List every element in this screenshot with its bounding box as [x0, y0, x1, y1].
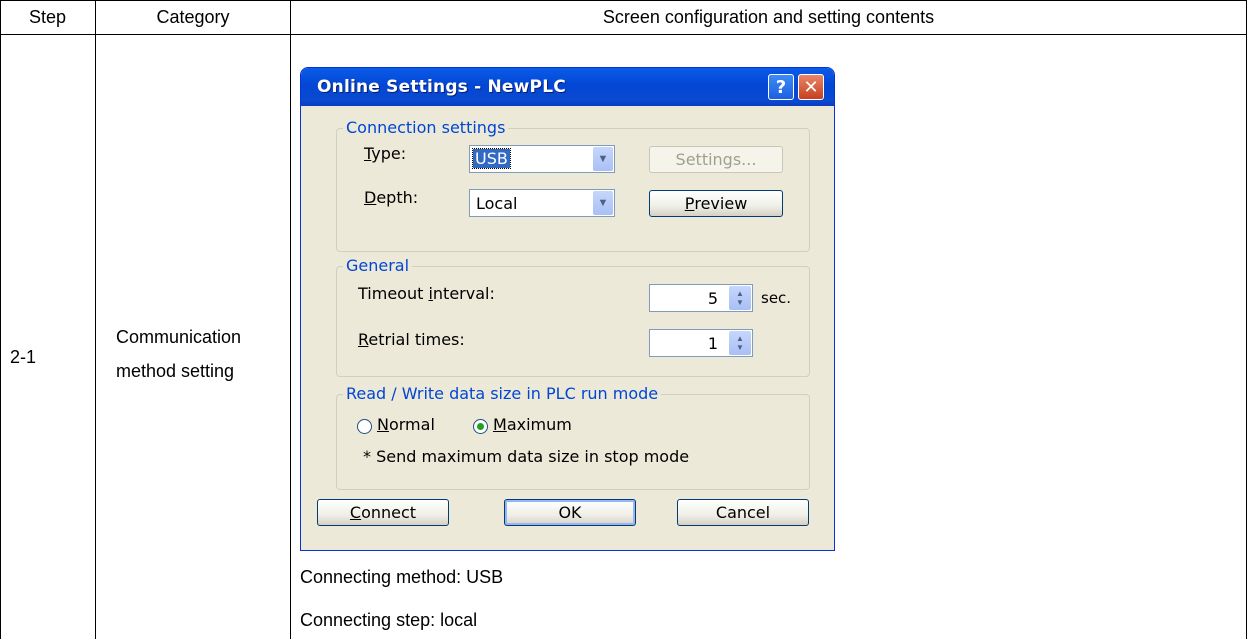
timeout-stepper[interactable]: 5 ▲ ▼ [649, 284, 753, 312]
general-legend: General [343, 256, 413, 275]
depth-select-value: Local [476, 194, 518, 213]
retrial-value: 1 [707, 334, 718, 353]
close-icon[interactable]: ✕ [798, 74, 824, 100]
connection-settings-group: Connection settings Type: USB ▼ Settings… [336, 118, 810, 252]
table-left-border [0, 0, 1, 639]
run-mode-group: Read / Write data size in PLC run mode N… [336, 384, 810, 490]
step-value: 2-1 [10, 346, 37, 367]
connect-button[interactable]: Connect [317, 499, 449, 526]
ok-button[interactable]: OK [504, 499, 636, 526]
help-icon[interactable]: ? [768, 74, 794, 100]
caption-connecting-method: Connecting method: USB [300, 567, 504, 587]
type-select-value: USB [472, 148, 511, 169]
header-contents-text: Screen configuration and setting content… [602, 6, 935, 27]
settings-button[interactable]: Settings... [649, 146, 783, 173]
header-category-text: Category [156, 6, 230, 27]
table-col-divider-2 [290, 0, 291, 639]
category-line-1: Communication [116, 327, 242, 347]
header-category: Category [96, 0, 290, 34]
type-select[interactable]: USB ▼ [469, 145, 615, 173]
timeout-label: Timeout interval: [358, 284, 495, 303]
normal-label[interactable]: Normal [377, 415, 435, 434]
retrial-stepper[interactable]: 1 ▲ ▼ [649, 329, 753, 357]
timeout-unit: sec. [761, 289, 792, 307]
header-contents: Screen configuration and setting content… [291, 0, 1246, 34]
cancel-button[interactable]: Cancel [677, 499, 809, 526]
normal-radio[interactable] [357, 419, 372, 434]
run-mode-note: * Send maximum data size in stop mode [363, 447, 690, 466]
timeout-value: 5 [707, 289, 718, 308]
dialog-body: Connection settings Type: USB ▼ Settings… [305, 106, 830, 546]
run-mode-legend: Read / Write data size in PLC run mode [343, 384, 662, 403]
spin-arrows-icon[interactable]: ▲ ▼ [729, 286, 751, 310]
retrial-label: Retrial times: [358, 330, 465, 349]
table-col-divider-1 [95, 0, 96, 639]
chevron-down-icon[interactable]: ▼ [593, 191, 613, 215]
caption-connecting-step: Connecting step: local [300, 610, 478, 630]
spin-arrows-icon[interactable]: ▲ ▼ [729, 331, 751, 355]
general-group: General Timeout interval: 5 ▲ ▼ sec. Retr… [336, 256, 810, 377]
dialog-title: Online Settings - NewPLC [317, 77, 566, 97]
step-cell: 2-1 [10, 340, 36, 374]
dialog-titlebar[interactable]: Online Settings - NewPLC ? ✕ [301, 68, 834, 106]
maximum-label[interactable]: Maximum [493, 415, 572, 434]
category-line-2: method setting [116, 361, 235, 381]
online-settings-dialog: Online Settings - NewPLC ? ✕ Connection … [300, 67, 835, 551]
preview-button[interactable]: Preview [649, 190, 783, 217]
table-header-divider [0, 34, 1247, 35]
connection-settings-legend: Connection settings [343, 118, 509, 137]
chevron-down-icon[interactable]: ▼ [593, 147, 613, 171]
header-step-text: Step [28, 6, 67, 27]
category-cell: Communication method setting [116, 320, 241, 388]
depth-label: Depth: [364, 188, 419, 207]
maximum-radio[interactable] [473, 419, 488, 434]
header-step: Step [0, 0, 95, 34]
depth-select[interactable]: Local ▼ [469, 189, 615, 217]
type-label: Type: [364, 144, 407, 163]
